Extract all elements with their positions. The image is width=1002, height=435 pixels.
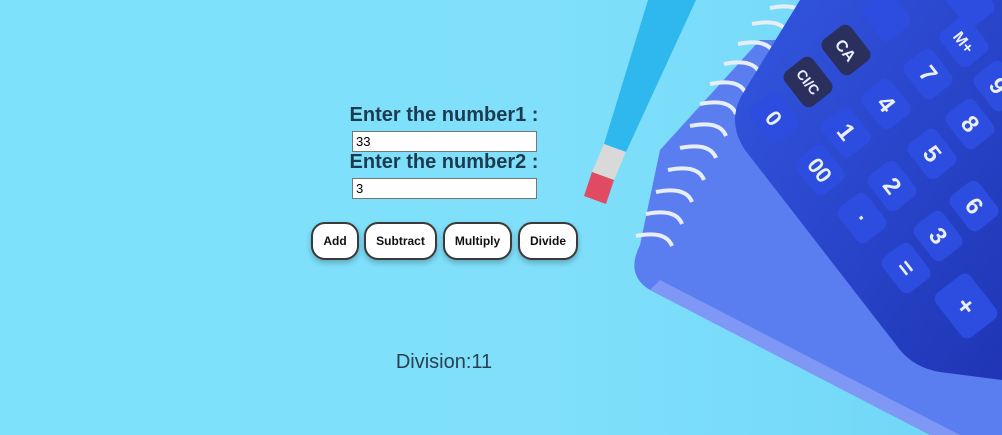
add-button[interactable]: Add (311, 222, 359, 260)
number2-input[interactable] (352, 178, 537, 199)
number1-label: Enter the number1 : (349, 104, 539, 126)
multiply-button[interactable]: Multiply (443, 222, 512, 260)
result-text: Division:11 (395, 351, 493, 373)
calculator-form: Enter the number1 : Enter the number2 : … (0, 0, 1002, 435)
subtract-button[interactable]: Subtract (364, 222, 437, 260)
number1-input[interactable] (352, 131, 537, 152)
number2-label: Enter the number2 : (349, 151, 539, 173)
divide-button[interactable]: Divide (518, 222, 578, 260)
